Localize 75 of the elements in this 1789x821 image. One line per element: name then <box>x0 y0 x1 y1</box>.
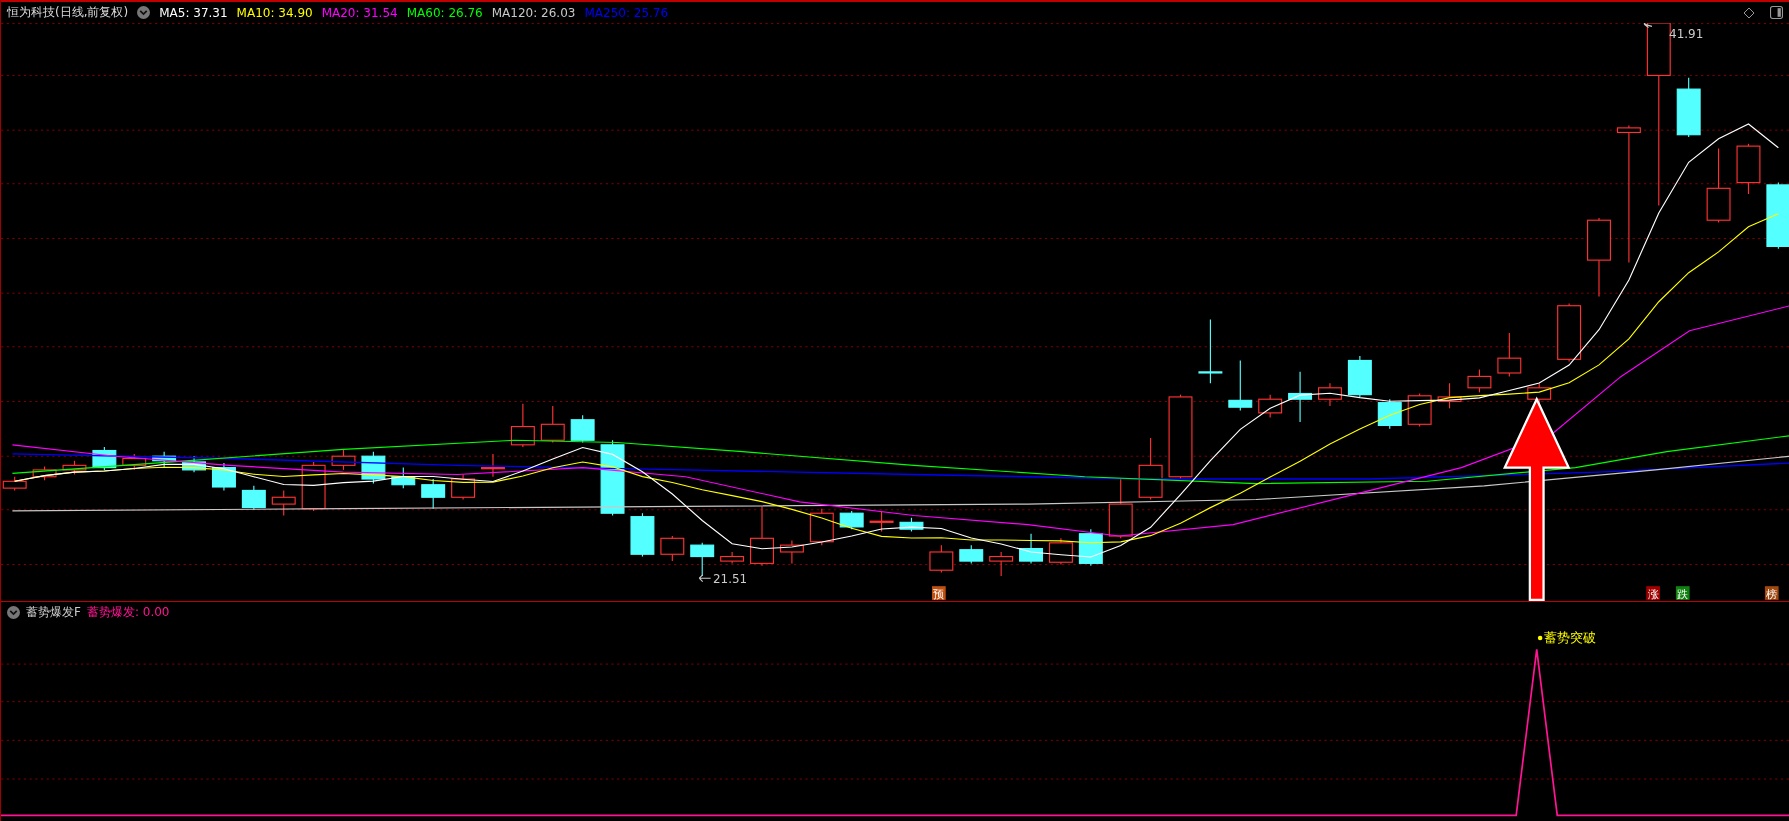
candlestick <box>211 462 236 491</box>
candlestick <box>62 460 87 476</box>
candlestick <box>481 453 505 478</box>
candlestick <box>1198 318 1223 384</box>
candlestick <box>1467 369 1492 393</box>
diamond-icon[interactable] <box>1743 6 1755 19</box>
candlestick <box>152 451 177 469</box>
candlestick <box>301 461 326 512</box>
candlestick <box>1557 302 1582 363</box>
candlestick <box>779 540 804 564</box>
candlestick <box>451 473 476 501</box>
candlestick <box>540 405 565 444</box>
dropdown-icon[interactable] <box>137 6 151 19</box>
candlestick <box>1736 143 1761 195</box>
candlestick <box>510 403 535 448</box>
candlestick <box>1258 394 1283 418</box>
candlestick <box>1108 478 1133 539</box>
candlestick <box>1078 528 1103 567</box>
candlestick <box>271 489 296 517</box>
candlestick <box>690 542 715 577</box>
candlestick <box>1377 398 1402 430</box>
candlestick <box>869 510 894 533</box>
candlestick <box>1676 77 1701 138</box>
moving-average-value: MA250: 25.76 <box>584 5 669 20</box>
moving-average-value: MA10: 34.90 <box>236 5 313 20</box>
candlestick <box>839 510 864 530</box>
candlestick <box>1019 533 1043 564</box>
moving-average-value: MA60: 26.76 <box>406 5 483 20</box>
candlestick <box>1048 537 1073 566</box>
candlestick <box>1766 182 1789 250</box>
candlestick <box>750 505 774 567</box>
candlestick <box>989 551 1014 577</box>
candlestick <box>1347 355 1372 398</box>
signal-marker-text: 涨 <box>1647 586 1659 601</box>
signal-marker-text: 榜 <box>1766 586 1778 601</box>
candlestick <box>32 465 57 481</box>
low-price-label: 21.51 <box>712 571 748 586</box>
candlestick <box>421 478 446 510</box>
candlestick <box>1497 332 1522 377</box>
moving-average-value: MA5: 37.31 <box>159 5 228 20</box>
signal-dot <box>1537 635 1543 641</box>
candlestick <box>720 551 745 564</box>
candlestick <box>630 512 655 558</box>
moving-average-value: MA120: 26.03 <box>491 5 576 20</box>
candlestick <box>122 453 147 471</box>
candlestick <box>959 544 984 564</box>
candlestick <box>809 508 834 546</box>
candlestick <box>660 535 685 562</box>
signal-marker-text: 预 <box>933 586 945 601</box>
dropdown-icon[interactable] <box>7 605 20 619</box>
candlestick <box>899 517 924 533</box>
leader-line <box>1643 23 1653 29</box>
signal-label: 蓄势突破 <box>1543 630 1596 646</box>
chart-title: 恒为科技(日线,前复权) <box>7 4 129 21</box>
candlestick <box>391 467 416 489</box>
candlestick <box>1407 392 1432 428</box>
panel-toggle-icon[interactable] <box>1770 6 1783 19</box>
indicator-title: 蓄势爆发F <box>26 603 81 621</box>
leader-line <box>698 574 712 583</box>
candlestick <box>1318 382 1342 407</box>
candlestick <box>361 451 386 485</box>
candlestick <box>1228 359 1253 412</box>
candlestick <box>1288 371 1313 423</box>
candlestick <box>929 544 954 574</box>
candlestick <box>570 414 595 444</box>
candlestick <box>331 448 356 471</box>
indicator-value: 蓄势爆发: 0.00 <box>86 603 170 621</box>
candlestick <box>1138 437 1163 501</box>
moving-average-value: MA20: 31.54 <box>321 5 398 20</box>
candlestick <box>1527 382 1552 405</box>
candlestick <box>1437 382 1462 409</box>
arrow-icon <box>1502 396 1571 601</box>
signal-marker-text: 跌 <box>1677 586 1689 601</box>
candlestick <box>182 455 207 473</box>
candlestick <box>241 485 266 511</box>
